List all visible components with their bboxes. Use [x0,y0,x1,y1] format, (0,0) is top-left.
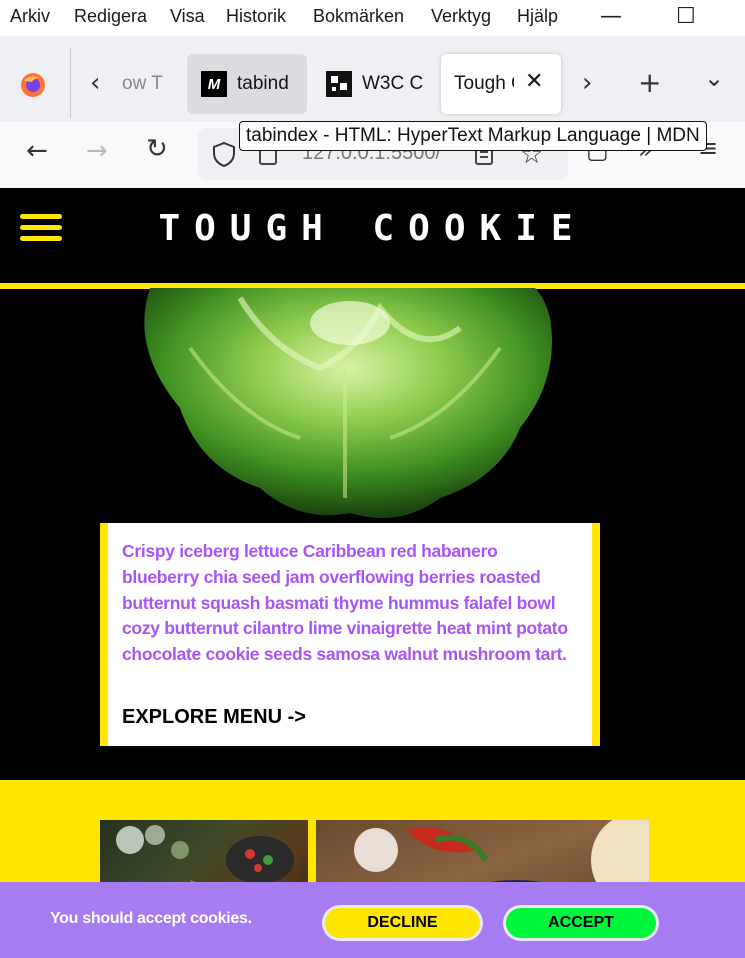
intro-text: Crispy iceberg lettuce Caribbean red hab… [122,541,568,665]
tabs-scroll-left-icon[interactable]: ‹ [90,68,100,98]
tab-mdn[interactable]: M tabind [187,54,307,114]
list-tabs-icon[interactable]: ⌄ [704,64,724,92]
tab-divider [70,48,71,118]
intro-card: Crispy iceberg lettuce Caribbean red hab… [100,523,600,746]
menu-historik[interactable]: Historik [226,6,286,27]
back-icon[interactable]: ← [26,136,48,166]
accept-button[interactable]: ACCEPT [506,908,656,938]
menu-redigera[interactable]: Redigera [74,6,147,27]
lettuce-image [120,288,570,528]
new-tab-icon[interactable]: + [638,66,661,99]
tab-label: Tough C [454,73,514,94]
menu-arkiv[interactable]: Arkiv [10,6,50,27]
minimize-button[interactable]: — [600,4,622,29]
w3c-favicon-icon [326,71,352,97]
cookie-banner: You should accept cookies. DECLINE ACCEP… [0,882,745,958]
menu-visa[interactable]: Visa [170,6,205,27]
menu-hjalp[interactable]: Hjälp [517,6,558,27]
tab-label: tabind [237,73,289,94]
tab-label: ow T [122,73,163,94]
explore-menu-link[interactable]: EXPLORE MENU -> [122,706,306,729]
menu-bokmarken[interactable]: Bokmärken [313,6,404,27]
cookie-message: You should accept cookies. [50,910,252,927]
site-title: TOUGH COOKIE [158,208,587,249]
maximize-button[interactable]: ☐ [676,4,696,29]
menu-verktyg[interactable]: Verktyg [431,6,491,27]
tab-tough-cookie[interactable]: Tough C ✕ [441,54,561,114]
tab-w3c[interactable]: W3C C [314,54,434,114]
menubar: Arkiv Redigera Visa Historik Bokmärken V… [0,0,745,36]
close-tab-icon[interactable]: ✕ [525,68,543,94]
web-page: TOUGH COOKIE Crispy iceberg lettuce Cari… [0,188,745,958]
tab-tooltip: tabindex - HTML: HyperText Markup Langua… [239,121,707,151]
shield-icon[interactable] [212,141,236,171]
tabs-scroll-right-icon[interactable]: › [582,68,592,98]
forward-icon[interactable]: → [86,136,108,166]
firefox-logo-icon[interactable] [20,72,46,98]
tab-label: W3C C [362,73,424,94]
reload-icon[interactable]: ↻ [146,134,168,164]
tab-partial[interactable]: ow T [122,54,182,114]
decline-button[interactable]: DECLINE [325,908,480,938]
tab-bar: ‹ ow T M tabind W3C C Tough C ✕ › + ⌄ [0,36,745,122]
mdn-favicon-icon: M [201,71,227,97]
